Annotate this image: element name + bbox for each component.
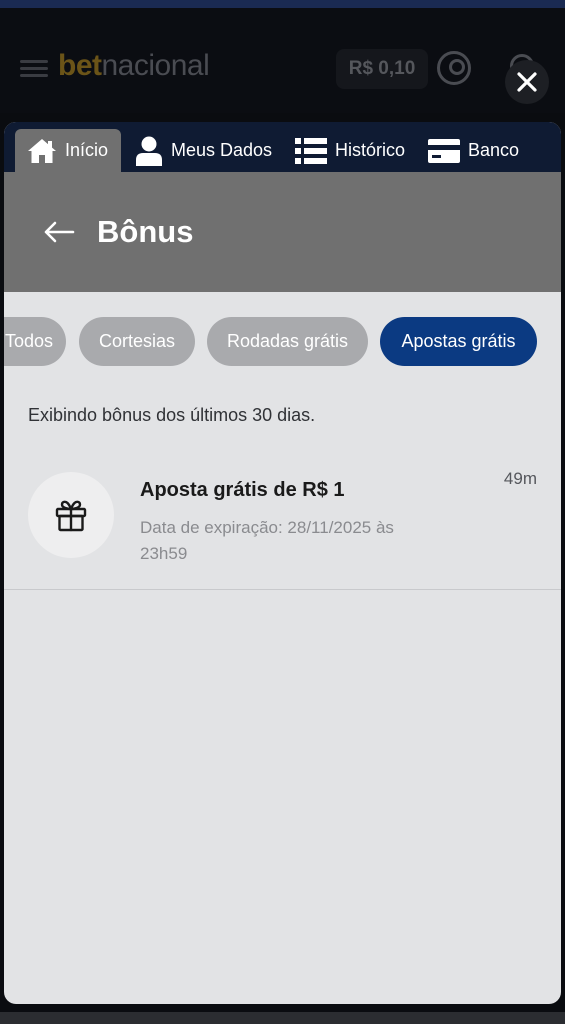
- bonus-time-ago: 49m: [503, 469, 537, 488]
- home-icon: [27, 138, 57, 164]
- filter-chip-rodadas-gratis[interactable]: Rodadas grátis: [207, 317, 368, 366]
- tab-bar: Início Meus Dados Histórico Banco: [4, 122, 561, 172]
- credit-card-icon: [428, 138, 460, 163]
- bonus-title: Aposta grátis de R$ 1: [140, 479, 345, 501]
- filter-info-text: Exibindo bônus dos últimos 30 dias.: [28, 405, 316, 425]
- balance-display: R$ 0,10: [336, 49, 428, 89]
- filter-chip-todos[interactable]: Todos: [4, 317, 66, 366]
- tab-label: Histórico: [335, 140, 406, 160]
- bonus-list-item[interactable]: Aposta grátis de R$ 1 Data de expiração:…: [4, 452, 561, 590]
- menu-icon: [20, 60, 48, 78]
- back-button[interactable]: [42, 216, 76, 248]
- user-icon: [135, 136, 163, 166]
- close-button[interactable]: [505, 60, 549, 104]
- tab-historico[interactable]: Histórico: [295, 129, 415, 172]
- brand-logo: betnacional: [58, 49, 210, 82]
- app-header: betnacional R$ 0,10: [0, 8, 565, 113]
- close-icon: [517, 72, 537, 92]
- page-title: Bônus: [97, 214, 194, 249]
- gift-icon: [28, 472, 114, 558]
- account-modal: Início Meus Dados Histórico Banco Bônus …: [4, 122, 561, 1004]
- tab-label: Início: [65, 140, 109, 160]
- tab-meus-dados[interactable]: Meus Dados: [135, 129, 275, 172]
- bonus-expiry: Data de expiração: 28/11/2025 às 23h59: [140, 518, 394, 563]
- list-icon: [295, 137, 327, 164]
- tab-label: Meus Dados: [171, 140, 273, 160]
- tab-banco[interactable]: Banco: [428, 129, 528, 172]
- account-icon: [437, 51, 471, 85]
- tab-inicio[interactable]: Início: [15, 129, 121, 172]
- filter-chip-cortesias[interactable]: Cortesias: [79, 317, 195, 366]
- filter-chip-apostas-gratis[interactable]: Apostas grátis: [380, 317, 537, 366]
- arrow-left-icon: [44, 221, 75, 243]
- page-header: Bônus: [4, 172, 561, 292]
- bottom-strip: [0, 1012, 565, 1024]
- tab-label: Banco: [468, 140, 520, 160]
- top-accent-line: [0, 0, 565, 8]
